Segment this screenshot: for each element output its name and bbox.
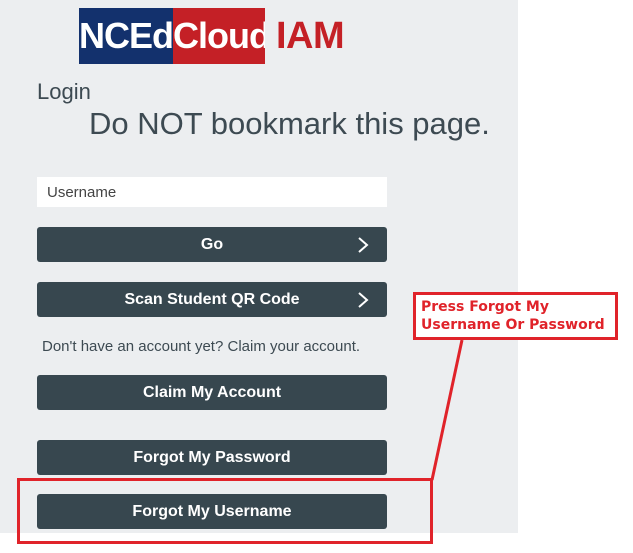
annotation-pointer-line [430,339,464,481]
annotation-line1: Press Forgot My [421,299,549,315]
annotation-line2: Username Or Password [421,317,605,333]
annotation-callout: Press Forgot My Username Or Password [413,292,618,340]
